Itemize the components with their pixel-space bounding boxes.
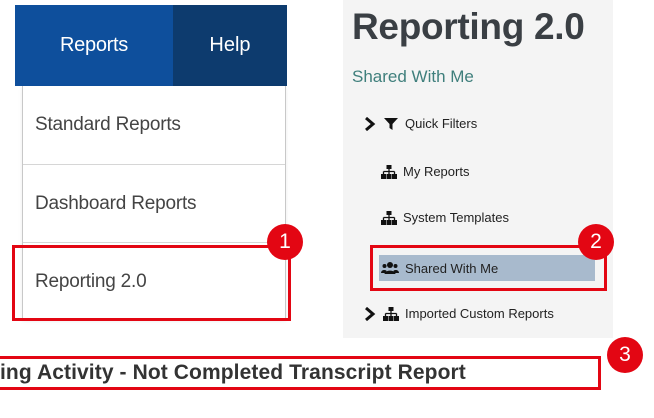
report-title-banner: ing Activity - Not Completed Transcript … (0, 356, 601, 390)
org-chart-icon (381, 210, 397, 225)
tree-item-label: System Templates (403, 210, 509, 225)
chevron-right-icon[interactable] (363, 116, 377, 131)
org-chart-icon (381, 164, 397, 179)
tree-item-label: Imported Custom Reports (405, 306, 554, 321)
top-nav-bar: Reports Help (15, 5, 287, 86)
highlight-box-reporting-2 (12, 245, 291, 321)
nav-reports-tab[interactable]: Reports (15, 5, 173, 86)
tree-item-my-reports[interactable]: My Reports (381, 164, 469, 179)
step-badge-1: 1 (267, 224, 303, 260)
step-badge-3: 3 (607, 337, 643, 373)
tree-item-label: My Reports (403, 164, 470, 179)
step-badge-2: 2 (578, 224, 614, 260)
highlight-box-shared-with-me (370, 245, 607, 291)
menu-item-standard-reports[interactable]: Standard Reports (23, 86, 285, 164)
tree-item-imported-custom-reports[interactable]: Imported Custom Reports (363, 306, 554, 321)
page-subtitle: Shared With Me (352, 67, 474, 86)
report-title-text: ing Activity - Not Completed Transcript … (0, 361, 466, 384)
org-chart-icon (383, 306, 399, 321)
menu-item-dashboard-reports[interactable]: Dashboard Reports (23, 164, 285, 243)
tree-item-label: Quick Filters (405, 116, 478, 131)
chevron-right-icon[interactable] (363, 306, 377, 321)
tree-item-quick-filters[interactable]: Quick Filters (363, 116, 477, 131)
page-title: Reporting 2.0 (352, 6, 585, 47)
nav-help-tab[interactable]: Help (173, 5, 287, 86)
filter-icon (384, 117, 398, 130)
tree-item-system-templates[interactable]: System Templates (381, 210, 509, 225)
